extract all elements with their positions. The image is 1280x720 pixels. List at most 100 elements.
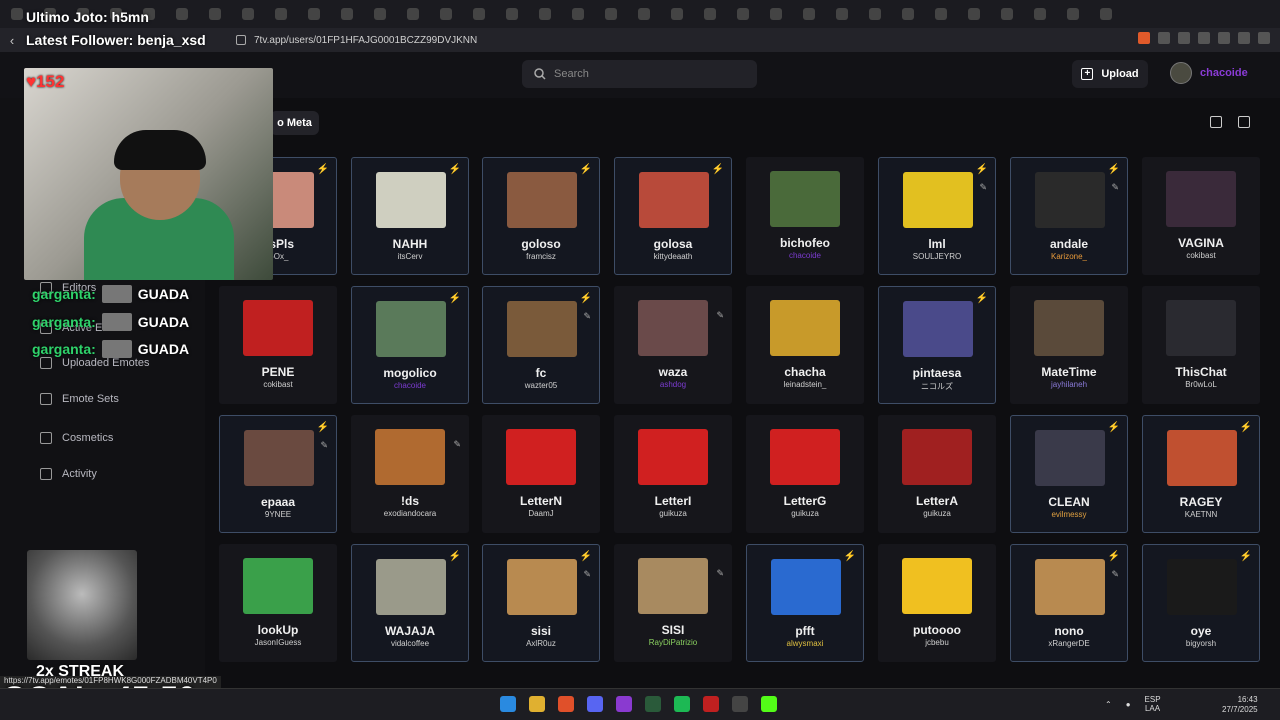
browser-tab[interactable]	[495, 3, 528, 25]
emote-card[interactable]: VAGINA cokibast	[1142, 157, 1260, 275]
emote-card[interactable]: ⚡ goloso framcisz	[482, 157, 600, 275]
meta-button[interactable]: o Meta	[270, 111, 319, 135]
edit-pencil-icon[interactable]: ✎	[979, 182, 987, 193]
browser-tab[interactable]	[165, 3, 198, 25]
emote-card[interactable]: ⚡ ✎ lml SOULJEYRO	[878, 157, 996, 275]
emote-card[interactable]: ⚡ NAHH itsCerv	[351, 157, 469, 275]
clock[interactable]: 16:43 27/7/2025	[1222, 695, 1258, 715]
emote-card[interactable]: LetterN DaamJ	[482, 415, 600, 533]
browser-tab[interactable]	[594, 3, 627, 25]
emote-card[interactable]: ✎ SISI RayDiPatrizio	[614, 544, 732, 662]
emote-card[interactable]: putoooo jcbebu	[878, 544, 996, 662]
browser-tab[interactable]	[759, 3, 792, 25]
extension-icon[interactable]	[1158, 32, 1170, 44]
browser-tab[interactable]	[528, 3, 561, 25]
browser-tab[interactable]	[561, 3, 594, 25]
browser-tab[interactable]	[1023, 3, 1056, 25]
browser-tab[interactable]	[990, 3, 1023, 25]
browser-tab[interactable]	[396, 3, 429, 25]
edit-pencil-icon[interactable]: ✎	[1111, 182, 1119, 193]
emote-card[interactable]: ⚡ WAJAJA vidalcoffee	[351, 544, 469, 662]
edit-pencil-icon[interactable]: ✎	[453, 439, 461, 450]
browser-tab[interactable]	[891, 3, 924, 25]
emote-card[interactable]: ⚡ ✎ fc wazter05	[482, 286, 600, 404]
discord-icon[interactable]	[587, 696, 603, 712]
emote-card[interactable]: ⚡ golosa kittydeaath	[614, 157, 732, 275]
wallet-icon[interactable]	[1238, 32, 1250, 44]
canva-icon[interactable]	[616, 696, 632, 712]
browser-tab[interactable]	[1089, 3, 1122, 25]
brave-icon[interactable]	[558, 696, 574, 712]
edit-pencil-icon[interactable]: ✎	[716, 310, 724, 321]
browser-tab[interactable]	[264, 3, 297, 25]
grid-small-icon[interactable]	[1238, 116, 1250, 128]
emote-card[interactable]: ⚡ mogolico chacoide	[351, 286, 469, 404]
brave-shield-icon[interactable]	[1138, 32, 1150, 44]
browser-tab[interactable]	[363, 3, 396, 25]
edit-pencil-icon[interactable]: ✎	[1111, 569, 1119, 580]
back-icon[interactable]: ‹	[0, 28, 24, 52]
sidebar-item-uploaded-emotes[interactable]: Uploaded Emotes	[40, 357, 149, 369]
emote-card[interactable]: ✎ waza ashdog	[614, 286, 732, 404]
emote-card[interactable]: chacha leinadstein_	[746, 286, 864, 404]
browser-tab[interactable]	[198, 3, 231, 25]
browser-tab[interactable]	[297, 3, 330, 25]
edit-pencil-icon[interactable]: ✎	[583, 569, 591, 580]
menu-icon[interactable]	[1258, 32, 1270, 44]
extension-icon[interactable]	[1198, 32, 1210, 44]
emote-card[interactable]: ⚡ ✎ epaaa 9YNEE	[219, 415, 337, 533]
browser-tab[interactable]	[825, 3, 858, 25]
browser-tab[interactable]	[330, 3, 363, 25]
emote-card[interactable]: LetterI guikuza	[614, 415, 732, 533]
browser-tab[interactable]	[1056, 3, 1089, 25]
browser-tab[interactable]	[957, 3, 990, 25]
upload-button[interactable]: + Upload	[1072, 60, 1148, 88]
chevron-up-icon[interactable]: ⌃	[1105, 700, 1112, 709]
language-indicator[interactable]: ESP LAA	[1145, 695, 1161, 713]
edit-pencil-icon[interactable]: ✎	[320, 440, 328, 451]
windows-start-icon[interactable]	[500, 696, 516, 712]
browser-tab[interactable]	[693, 3, 726, 25]
sidebar-item-emote-sets[interactable]: Emote Sets	[40, 393, 119, 405]
emote-card[interactable]: LetterG guikuza	[746, 415, 864, 533]
terminal-icon[interactable]	[645, 696, 661, 712]
browser-tab[interactable]	[924, 3, 957, 25]
kick-icon[interactable]	[761, 696, 777, 712]
sidebar-item-cosmetics[interactable]: Cosmetics	[40, 432, 113, 444]
emote-card[interactable]: ⚡ RAGEY KAETNN	[1142, 415, 1260, 533]
sidebar-icon[interactable]	[1218, 32, 1230, 44]
emote-card[interactable]: lookUp JasonIGuess	[219, 544, 337, 662]
emote-card[interactable]: ThisChat Br0wLoL	[1142, 286, 1260, 404]
browser-tab[interactable]	[792, 3, 825, 25]
spotify-icon[interactable]	[674, 696, 690, 712]
emote-card[interactable]: bichofeo chacoide	[746, 157, 864, 275]
emote-card[interactable]: ⚡ ✎ sisi AxlR0uz	[482, 544, 600, 662]
app-icon[interactable]	[703, 696, 719, 712]
extension-icon[interactable]	[1178, 32, 1190, 44]
browser-tab[interactable]	[858, 3, 891, 25]
file-explorer-icon[interactable]	[529, 696, 545, 712]
emote-card[interactable]: MateTime jayhilaneh	[1010, 286, 1128, 404]
emote-card[interactable]: ⚡ CLEAN evilmessy	[1010, 415, 1128, 533]
emote-card[interactable]: ✎ !ds exodiandocara	[351, 415, 469, 533]
browser-tab[interactable]	[231, 3, 264, 25]
address-bar[interactable]: 7tv.app/users/01FP1HFAJG0001BCZZ99DVJKNN	[236, 31, 976, 49]
emote-card[interactable]: ⚡ ✎ nono xRangerDE	[1010, 544, 1128, 662]
browser-tab[interactable]	[660, 3, 693, 25]
emote-card[interactable]: LetterA guikuza	[878, 415, 996, 533]
browser-tab[interactable]	[627, 3, 660, 25]
emote-card[interactable]: PENE cokibast	[219, 286, 337, 404]
site-info-icon[interactable]	[236, 35, 246, 45]
emote-card[interactable]: ⚡ ✎ andale Karizone_	[1010, 157, 1128, 275]
sidebar-item-activity[interactable]: Activity	[40, 468, 97, 480]
browser-tab[interactable]	[429, 3, 462, 25]
emote-card[interactable]: ⚡ pintaesa ニコルズ	[878, 286, 996, 404]
emote-card[interactable]: ⚡ oye bigyorsh	[1142, 544, 1260, 662]
emote-card[interactable]: ⚡ pfft alwysmaxi	[746, 544, 864, 662]
browser-tab[interactable]	[726, 3, 759, 25]
browser-tab[interactable]	[462, 3, 495, 25]
mic-icon[interactable]: ●	[1126, 700, 1131, 709]
obs-icon[interactable]	[732, 696, 748, 712]
search-input[interactable]: Search	[522, 60, 757, 88]
edit-pencil-icon[interactable]: ✎	[716, 568, 724, 579]
